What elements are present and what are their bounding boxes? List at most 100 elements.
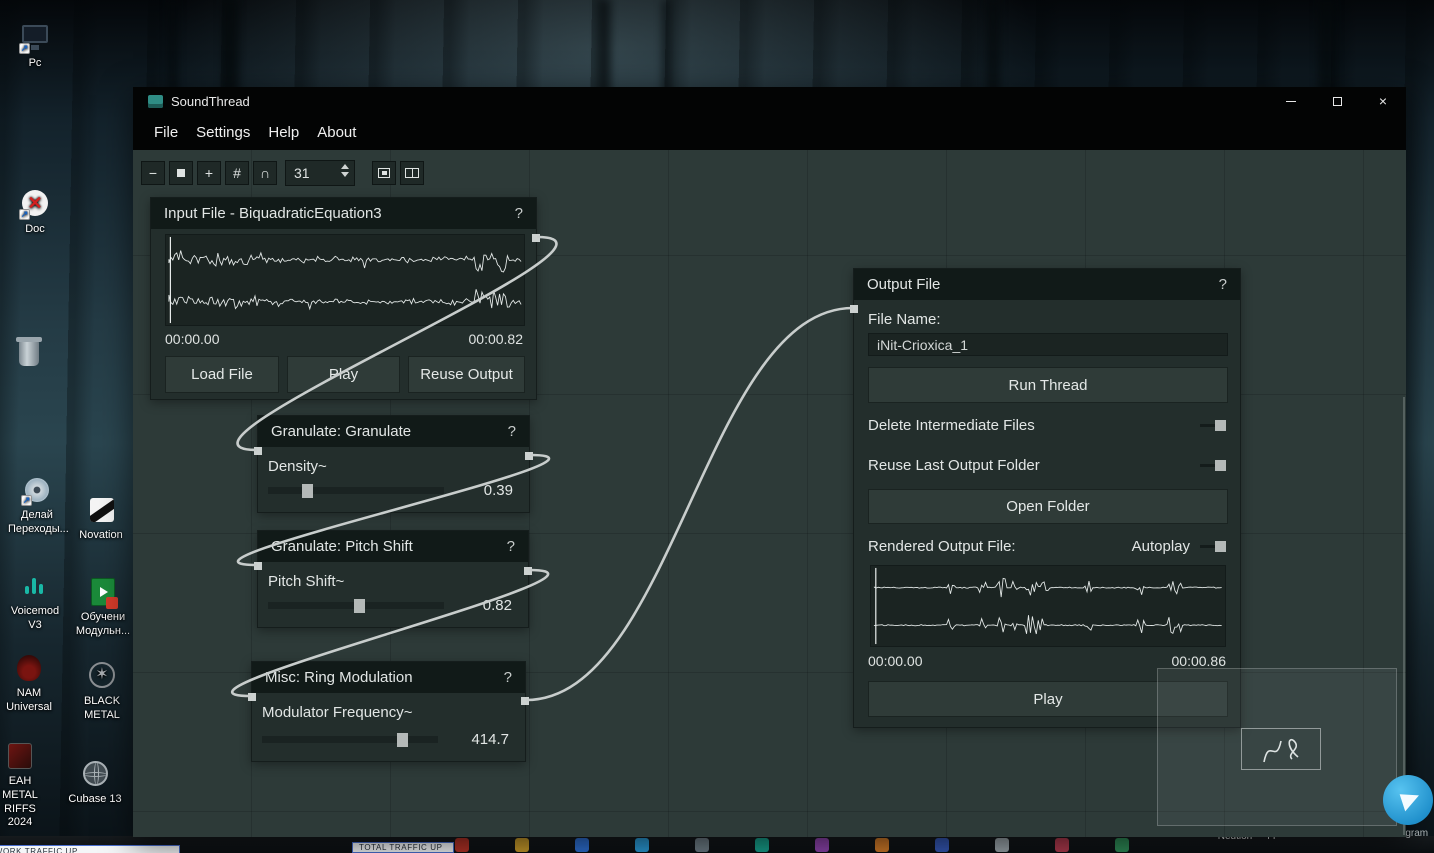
split-view-button[interactable]	[400, 161, 424, 185]
desktop-icon-eah-metal-riffs[interactable]: EAH METAL RIFFS 2024	[0, 740, 49, 830]
autoplay-toggle[interactable]	[1200, 540, 1226, 552]
desktop-icon-recycle-bin[interactable]	[0, 337, 58, 373]
load-file-button[interactable]: Load File	[165, 356, 279, 393]
modulator-frequency-slider[interactable]	[262, 733, 438, 747]
input-port[interactable]	[850, 305, 858, 313]
desktop-icon-modular-training[interactable]: Обучени Модульн...	[74, 576, 132, 639]
desktop-icon-label: Doc	[25, 223, 45, 235]
node-granulate-granulate[interactable]: Granulate: Granulate ? Density~ 0.39	[254, 415, 533, 513]
desktop-icon-black-metal[interactable]: ✶ BLACK METAL	[73, 660, 131, 723]
window-title: SoundThread	[171, 93, 250, 109]
network-traffic-window[interactable]: NETWORK TRAFFIC UP	[0, 845, 180, 853]
telegram-icon[interactable]	[1383, 775, 1433, 825]
taskbar-icon[interactable]	[635, 838, 649, 852]
run-thread-button[interactable]: Run Thread	[868, 367, 1228, 403]
delete-intermediate-toggle[interactable]	[1200, 419, 1226, 431]
open-folder-button[interactable]: Open Folder	[868, 489, 1228, 524]
output-port[interactable]	[524, 567, 532, 575]
taskbar-icon[interactable]	[575, 838, 589, 852]
taskbar-icon[interactable]	[755, 838, 769, 852]
play-button[interactable]: Play	[287, 356, 400, 393]
node-header[interactable]: Output File ?	[854, 269, 1240, 300]
spinner-up-icon[interactable]	[341, 164, 349, 169]
grid-snap-button[interactable]: #	[225, 161, 249, 185]
paper-plane-icon	[1399, 788, 1423, 812]
taskbar-icon[interactable]	[1115, 838, 1129, 852]
maximize-button[interactable]	[1314, 87, 1360, 115]
taskbar-icon[interactable]	[1055, 838, 1069, 852]
node-header[interactable]: Input File - BiquadraticEquation3 ?	[151, 198, 536, 229]
desktop-icon-novation[interactable]: Novation	[72, 494, 130, 543]
help-icon[interactable]: ?	[507, 538, 515, 555]
spinner-down-icon[interactable]	[341, 172, 349, 177]
desktop-icon-doc[interactable]: ✕ ↗ Doc	[6, 188, 64, 237]
help-icon[interactable]: ?	[515, 205, 523, 222]
network-traffic-label: NETWORK TRAFFIC UP	[0, 846, 78, 853]
density-slider[interactable]	[268, 484, 444, 498]
input-port[interactable]	[254, 562, 262, 570]
node-granulate-pitch-shift[interactable]: Granulate: Pitch Shift ? Pitch Shift~ 0.…	[254, 530, 532, 628]
taskbar-icon[interactable]	[515, 838, 529, 852]
desktop-icon-nam-universal[interactable]: NAM Universal	[0, 652, 58, 715]
param-label: Modulator Frequency~	[262, 704, 413, 721]
menu-help[interactable]: Help	[259, 124, 308, 141]
pitch-shift-slider[interactable]	[268, 599, 444, 613]
zoom-out-button[interactable]: −	[141, 161, 165, 185]
node-input-file[interactable]: Input File - BiquadraticEquation3 ? 00:0…	[150, 197, 540, 400]
reuse-folder-toggle[interactable]	[1200, 459, 1226, 471]
taskbar-icon[interactable]	[695, 838, 709, 852]
doc-icon: ✕ ↗	[19, 188, 51, 220]
headphones-button[interactable]: ∩	[253, 161, 277, 185]
app-icon	[148, 94, 163, 108]
total-traffic-window[interactable]: TOTAL TRAFFIC UP	[352, 842, 454, 853]
help-icon[interactable]: ?	[504, 669, 512, 686]
input-port[interactable]	[248, 693, 256, 701]
desktop-icon-voicemod[interactable]: Voicemod V3	[6, 570, 64, 633]
menu-settings[interactable]: Settings	[187, 124, 259, 141]
minimize-button[interactable]	[1268, 87, 1314, 115]
toggle-knob[interactable]	[1215, 419, 1226, 431]
node-ring-modulation[interactable]: Misc: Ring Modulation ? Modulator Freque…	[248, 661, 529, 762]
zoom-level-input[interactable]	[286, 165, 332, 181]
taskbar-icon[interactable]	[875, 838, 889, 852]
toggle-knob[interactable]	[1215, 540, 1226, 552]
titlebar[interactable]: SoundThread ×	[133, 87, 1406, 115]
node-header[interactable]: Granulate: Granulate ?	[258, 416, 529, 447]
slider-handle[interactable]	[301, 484, 313, 498]
desktop-icon-delay-transitions[interactable]: ↗ Делай Переходы...	[8, 474, 69, 537]
zoom-level-box	[285, 160, 355, 186]
close-button[interactable]: ×	[1360, 87, 1406, 115]
node-title: Output File	[867, 276, 941, 293]
reuse-output-button[interactable]: Reuse Output	[408, 356, 525, 393]
menu-about[interactable]: About	[308, 124, 365, 141]
output-port[interactable]	[521, 697, 529, 705]
taskbar-icon[interactable]	[935, 838, 949, 852]
node-output-file[interactable]: Output File ? File Name: Run Thread Dele…	[850, 268, 1241, 728]
slider-handle[interactable]	[353, 599, 365, 613]
desktop-icon-cubase[interactable]: Cubase 13	[66, 758, 124, 807]
desktop-icon-pc[interactable]: ↗ Pc	[6, 22, 64, 71]
taskbar-icons[interactable]	[455, 838, 1129, 852]
taskbar-icon[interactable]	[455, 838, 469, 852]
split-icon	[405, 168, 419, 178]
output-port[interactable]	[532, 234, 540, 242]
input-waveform[interactable]	[165, 234, 525, 326]
scrollbar[interactable]	[1403, 397, 1405, 835]
help-icon[interactable]: ?	[1219, 276, 1227, 293]
slider-handle[interactable]	[396, 733, 408, 747]
focus-view-button[interactable]	[372, 161, 396, 185]
node-header[interactable]: Misc: Ring Modulation ?	[252, 662, 525, 693]
node-header[interactable]: Granulate: Pitch Shift ?	[258, 531, 528, 562]
help-icon[interactable]: ?	[508, 423, 516, 440]
input-port[interactable]	[254, 447, 262, 455]
stop-button[interactable]	[169, 161, 193, 185]
output-waveform[interactable]	[870, 565, 1226, 647]
zoom-in-button[interactable]: +	[197, 161, 221, 185]
taskbar-icon[interactable]	[995, 838, 1009, 852]
output-port[interactable]	[525, 452, 533, 460]
toggle-knob[interactable]	[1215, 459, 1226, 471]
time-start: 00:00.00	[165, 331, 220, 347]
file-name-input[interactable]	[868, 333, 1228, 356]
menu-file[interactable]: File	[145, 124, 187, 141]
taskbar-icon[interactable]	[815, 838, 829, 852]
